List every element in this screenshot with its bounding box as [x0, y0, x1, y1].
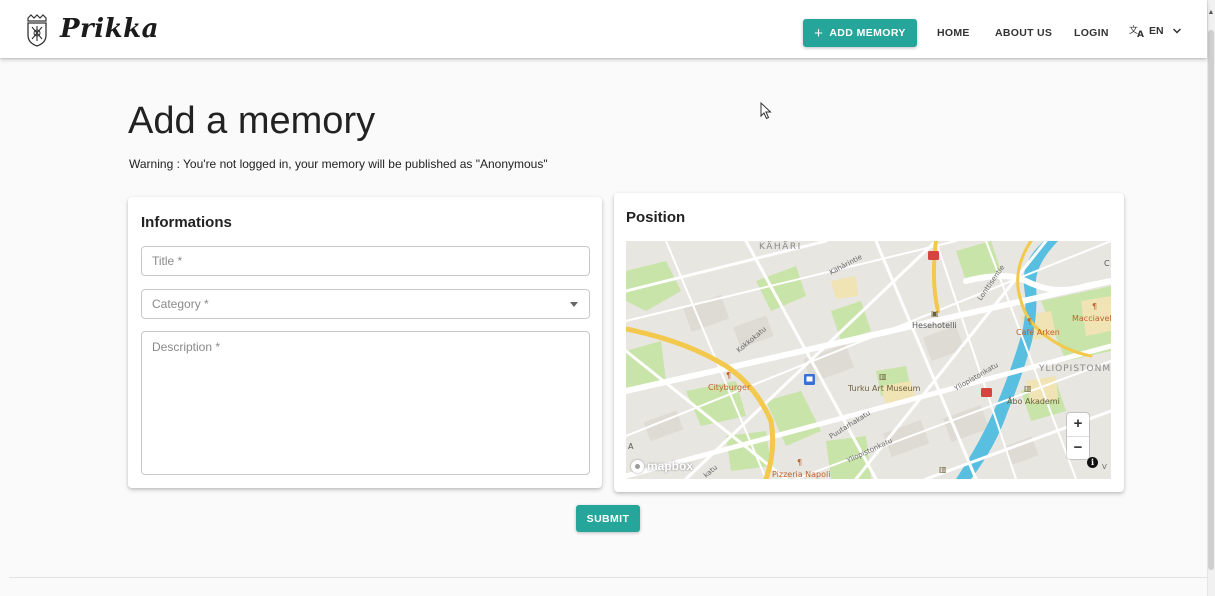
svg-text:¶: ¶: [1092, 302, 1097, 311]
footer-divider: [9, 577, 1207, 578]
map-label-abo-akademi: Åbo Akademi: [1007, 395, 1060, 406]
map-label-edge-c: C: [1104, 259, 1110, 268]
map-label-cafe-arken: Café Arken: [1016, 327, 1060, 337]
svg-text:A: A: [1137, 30, 1144, 38]
svg-text:▥: ▥: [1024, 384, 1032, 393]
nav-login[interactable]: LOGIN: [1074, 27, 1109, 39]
svg-text:¶: ¶: [1027, 317, 1032, 326]
category-select[interactable]: Category *: [141, 289, 590, 319]
svg-text:¶: ¶: [726, 371, 731, 380]
mapbox-logo-text: mapbox: [647, 459, 694, 473]
plus-icon: +: [814, 24, 824, 42]
map-label-edge-v: V: [1102, 463, 1107, 471]
category-placeholder: Category *: [152, 297, 209, 311]
app-bar: Prikka + ADD MEMORY HOME ABOUT US LOGIN …: [0, 0, 1207, 58]
informations-heading: Informations: [141, 214, 232, 231]
zoom-in-button[interactable]: +: [1067, 413, 1089, 436]
description-placeholder: Description *: [152, 340, 221, 354]
position-card: Position KÄHÄRI Kähärintie Lonttisentie …: [614, 193, 1124, 492]
mapbox-logo[interactable]: mapbox: [631, 459, 693, 473]
map-label-macciavelli: Macciavel: [1072, 314, 1111, 323]
mapbox-logo-icon: [631, 459, 644, 473]
svg-text:▣: ▣: [931, 309, 939, 318]
description-field[interactable]: Description *: [141, 331, 590, 475]
informations-card: Informations Title * Category * Descript…: [128, 197, 602, 488]
nav-home[interactable]: HOME: [937, 27, 970, 39]
map-label-yliopistonmaki: YLIOPISTONM: [1038, 364, 1111, 374]
position-heading: Position: [626, 209, 686, 226]
svg-text:▥: ▥: [939, 465, 947, 474]
map-tiles: KÄHÄRI Kähärintie Lonttisentie Kokkokatu…: [626, 241, 1111, 479]
title-placeholder: Title *: [152, 254, 183, 268]
anonymous-warning: Warning : You're not logged in, your mem…: [129, 157, 548, 171]
dropdown-arrow-icon: [570, 302, 578, 307]
brand-name[interactable]: Prikka: [60, 14, 159, 44]
svg-text:▥: ▥: [879, 372, 887, 381]
city-crest-icon[interactable]: [25, 13, 49, 47]
scroll-up-arrow-icon[interactable]: ▲: [1207, 8, 1215, 18]
mouse-cursor-icon: [760, 102, 772, 120]
map-zoom-control: + −: [1067, 413, 1089, 459]
title-field[interactable]: Title *: [141, 246, 590, 276]
map-label-edge-a: A: [628, 442, 634, 451]
language-selector[interactable]: 文 A EN: [1129, 24, 1182, 38]
zoom-out-button[interactable]: −: [1067, 436, 1089, 459]
submit-button[interactable]: SUBMIT: [576, 505, 640, 532]
scrollbar-thumb[interactable]: [1208, 30, 1214, 570]
map-label-kahari: KÄHÄRI: [759, 241, 802, 252]
info-icon[interactable]: i: [1087, 457, 1098, 468]
map-view[interactable]: KÄHÄRI Kähärintie Lonttisentie Kokkokatu…: [626, 241, 1111, 479]
scrollbar[interactable]: ▲: [1207, 0, 1215, 596]
translate-icon: 文 A: [1129, 24, 1144, 38]
language-label: EN: [1149, 25, 1164, 37]
nav-about-us[interactable]: ABOUT US: [995, 27, 1052, 39]
add-memory-button[interactable]: + ADD MEMORY: [803, 19, 917, 47]
map-label-turku-art-museum: Turku Art Museum: [847, 384, 921, 393]
map-label-cityburger: Cityburger: [708, 383, 751, 392]
add-memory-label: ADD MEMORY: [829, 27, 906, 39]
map-label-hesehotelli: Hesehotelli: [912, 321, 957, 330]
map-label-pizzeria-napoli: Pizzeria Napoli: [772, 470, 830, 479]
page-title: Add a memory: [128, 100, 376, 142]
svg-text:¶: ¶: [797, 458, 802, 467]
chevron-down-icon: [1172, 28, 1181, 34]
